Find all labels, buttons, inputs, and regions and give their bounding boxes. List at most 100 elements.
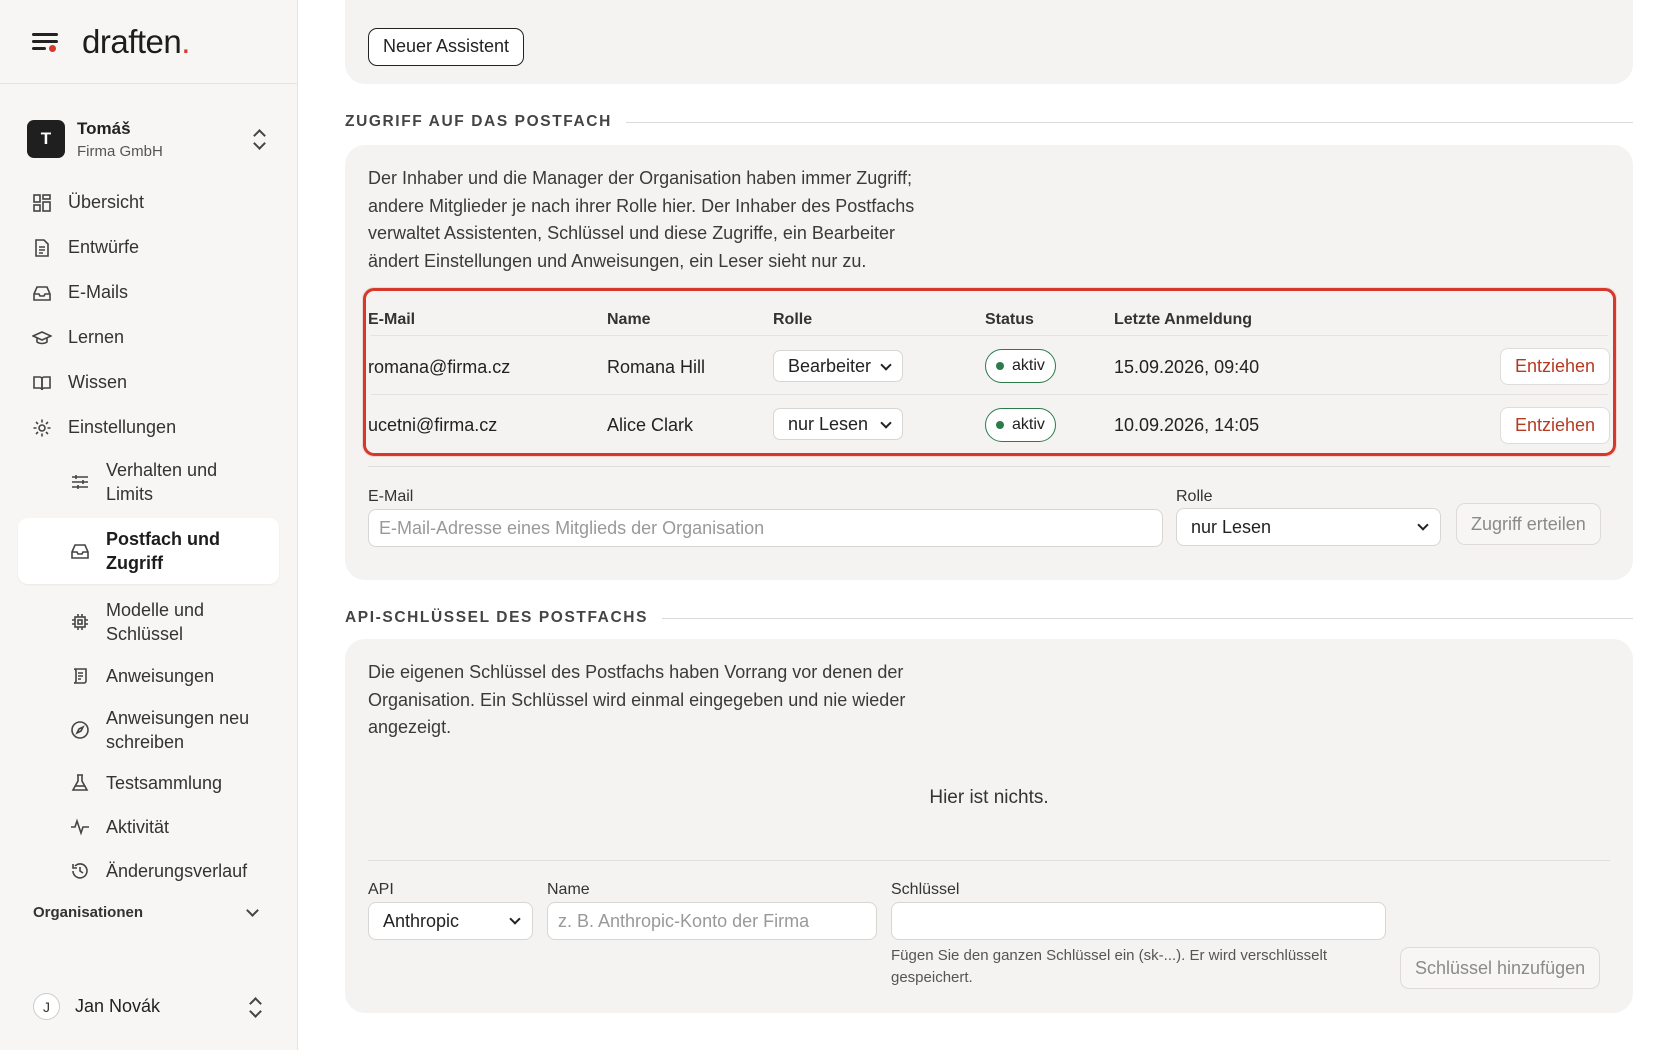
status-badge: aktiv (985, 349, 1056, 383)
nav-emails[interactable]: E-Mails (18, 270, 279, 315)
new-assistant-button[interactable]: Neuer Assistent (368, 28, 525, 66)
grant-access-button[interactable]: Zugriff erteilen (1456, 503, 1601, 545)
subnav-mailbox-access-label: Postfach und Zugriff (106, 529, 221, 573)
subnav-rewrite-instructions[interactable]: Anweisungen neu schreiben (18, 700, 279, 760)
subnav-rewrite-instructions-label: Anweisungen neu schreiben (106, 708, 250, 752)
account-org: Firma GmbH (77, 142, 163, 160)
chevron-updown-icon (251, 128, 267, 150)
inbox-icon (71, 544, 89, 559)
cpu-icon (72, 614, 88, 630)
key-label: Schlüssel (891, 881, 960, 898)
row-role-select[interactable]: nur Lesen (773, 408, 903, 440)
member-email-input[interactable]: E-Mail-Adresse eines Mitglieds der Organ… (368, 509, 1163, 547)
menu-icon[interactable] (32, 31, 60, 53)
user-menu[interactable]: J Jan Novák (33, 993, 263, 1020)
nav-learning-label: Lernen (68, 327, 125, 347)
email-label: E-Mail (368, 488, 414, 505)
row-last-login: 10.09.2026, 14:05 (1114, 415, 1260, 435)
organisations-label: Organisationen (33, 904, 144, 921)
nav-drafts[interactable]: Entwürfe (18, 225, 279, 270)
key-hint: Fügen Sie den ganzen Schlüssel ein (sk-.… (891, 947, 1328, 986)
subnav-activity-label: Aktivität (106, 817, 170, 837)
account-name: Tomáš (77, 118, 131, 138)
subnav-models-keys-label: Modelle und Schlüssel (106, 600, 205, 644)
empty-state: Hier ist nichts. (929, 787, 1049, 808)
api-description: Die eigenen Schlüssel des Postfachs habe… (368, 662, 906, 737)
logo[interactable]: draften. (82, 23, 190, 61)
access-section-heading: ZUGRIFF AUF DAS POSTFACH (345, 113, 1633, 131)
sliders-icon (72, 475, 88, 489)
graduation-cap-icon (32, 330, 52, 344)
subnav-activity[interactable]: Aktivität (18, 806, 279, 848)
revoke-button[interactable]: Entziehen (1499, 348, 1610, 385)
scroll-icon (73, 668, 87, 684)
access-table: E-Mail Name Rolle Status Letzte Anmeldun… (363, 288, 1616, 456)
subnav-behavior-limits-label: Verhalten und Limits (106, 460, 218, 504)
nav-drafts-label: Entwürfe (68, 237, 140, 257)
main-content: Neuer Assistent ZUGRIFF AUF DAS POSTFACH… (345, 0, 1633, 1050)
subnav-models-keys[interactable]: Modelle und Schlüssel (18, 592, 279, 652)
subnav-test-collection[interactable]: Testsammlung (18, 762, 279, 804)
api-section-heading: API-SCHLÜSSEL DES POSTFACHS (345, 609, 1633, 627)
row-last-login: 15.09.2026, 09:40 (1114, 357, 1260, 377)
access-description: Der Inhaber und die Manager der Organisa… (368, 168, 915, 271)
book-icon (33, 375, 51, 390)
row-email: ucetni@firma.cz (368, 415, 498, 435)
access-heading-text: ZUGRIFF AUF DAS POSTFACH (345, 113, 612, 130)
user-name: Jan Novák (75, 996, 161, 1016)
inbox-icon (33, 285, 51, 301)
form-divider (368, 860, 1610, 861)
sidebar: draften. T Tomáš Firma GmbH Übersicht En… (0, 0, 298, 1050)
activity-pulse-icon (71, 818, 89, 836)
row-name: Romana Hill (607, 357, 706, 377)
chevron-down-icon (246, 904, 259, 917)
row-divider (371, 394, 1608, 395)
row-email: romana@firma.cz (368, 357, 511, 377)
api-key-input[interactable] (891, 902, 1386, 940)
access-card: Der Inhaber und die Manager der Organisa… (345, 145, 1633, 580)
api-heading-text: API-SCHLÜSSEL DES POSTFACHS (345, 609, 649, 626)
api-provider-select[interactable]: Anthropic (368, 902, 533, 940)
nav-settings-label: Einstellungen (68, 417, 177, 437)
col-email: E-Mail (368, 311, 416, 328)
user-avatar: J (33, 993, 60, 1020)
row-divider (371, 335, 1608, 336)
subnav-behavior-limits[interactable]: Verhalten und Limits (18, 456, 279, 508)
form-divider (368, 466, 1610, 467)
grid-icon (33, 193, 51, 212)
nav-settings[interactable]: Einstellungen (18, 405, 279, 450)
account-switcher[interactable]: T Tomáš Firma GmbH (27, 117, 267, 161)
nav-emails-label: E-Mails (68, 282, 129, 302)
nav-knowledge[interactable]: Wissen (18, 360, 279, 405)
revoke-button[interactable]: Entziehen (1499, 407, 1610, 444)
role-select[interactable]: nur Lesen (1176, 508, 1441, 546)
status-badge: aktiv (985, 408, 1056, 442)
nav-learning[interactable]: Lernen (18, 315, 279, 360)
row-role-select[interactable]: Bearbeiter (773, 350, 903, 382)
subnav-instructions[interactable]: Anweisungen (18, 654, 279, 698)
nav-knowledge-label: Wissen (68, 372, 128, 392)
account-avatar: T (27, 120, 65, 158)
name-label: Name (547, 881, 590, 898)
compass-icon (71, 721, 89, 739)
nav-overview[interactable]: Übersicht (18, 180, 279, 225)
subnav-instructions-label: Anweisungen (106, 666, 215, 686)
col-role: Rolle (773, 311, 813, 328)
api-keys-card: Die eigenen Schlüssel des Postfachs habe… (345, 639, 1633, 1013)
subnav-change-history[interactable]: Änderungsverlauf (18, 850, 279, 892)
nav-overview-label: Übersicht (68, 192, 145, 212)
key-name-input[interactable]: z. B. Anthropic-Konto der Firma (547, 902, 877, 940)
col-last-login: Letzte Anmeldung (1114, 311, 1253, 328)
organisations-toggle[interactable]: Organisationen (33, 904, 259, 921)
subnav-test-collection-label: Testsammlung (106, 773, 223, 793)
brand-bar: draften. (0, 0, 297, 84)
flask-icon (71, 774, 89, 791)
api-label: API (368, 881, 394, 898)
subnav-mailbox-access[interactable]: Postfach und Zugriff (18, 518, 279, 584)
assistants-card: Neuer Assistent (345, 0, 1633, 84)
add-key-button[interactable]: Schlüssel hinzufügen (1400, 947, 1601, 989)
gear-icon (33, 419, 51, 436)
main-nav: Übersicht Entwürfe E-Mails Lernen Wissen… (18, 180, 279, 892)
col-status: Status (985, 311, 1034, 328)
row-name: Alice Clark (607, 415, 694, 435)
